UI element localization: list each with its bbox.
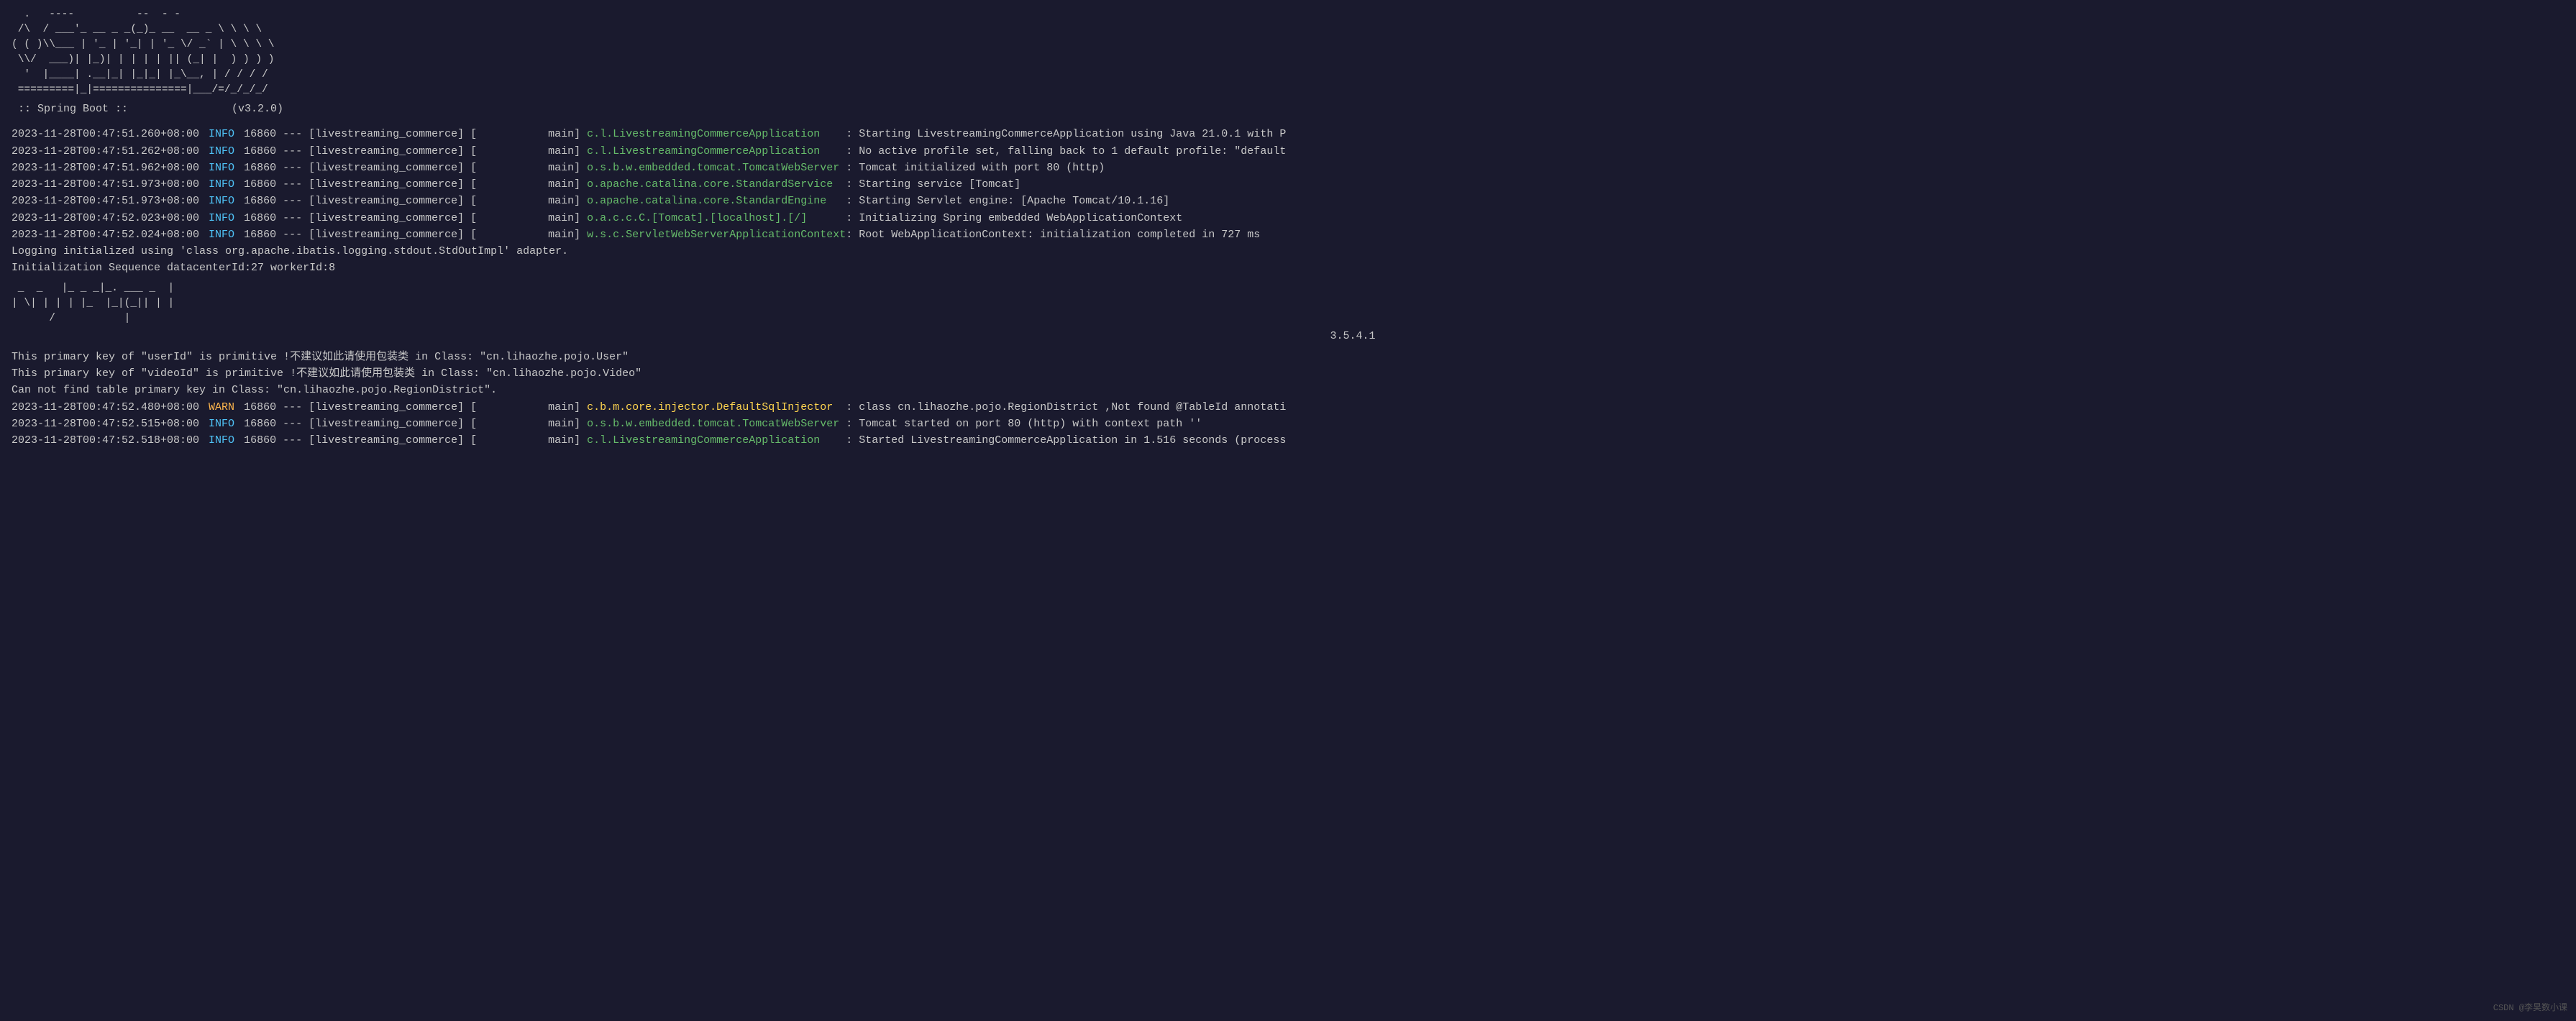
log-logger: o.s.b.w.embedded.tomcat.TomcatWebServer [587,416,839,432]
timestamp: 2023-11-28T00:47:51.973+08:00 [12,193,206,209]
log-message: : Root WebApplicationContext: initializa… [846,226,1260,243]
console-container: . ---- -- - - /\ / ___'_ __ _ _(_)_ __ _… [12,7,2564,449]
log-pid: 16860 --- [livestreaming_commerce] [ mai… [237,176,587,193]
log-logger: c.l.LivestreamingCommerceApplication [587,126,846,142]
log-line-1: 2023-11-28T00:47:51.260+08:00 INFO 16860… [12,126,2564,142]
timestamp: 2023-11-28T00:47:51.260+08:00 [12,126,206,142]
log-logger: o.s.b.w.embedded.tomcat.TomcatWebServer [587,160,839,176]
log-level: INFO [209,160,234,176]
timestamp: 2023-11-28T00:47:52.515+08:00 [12,416,206,432]
log-level: WARN [209,399,234,416]
timestamp: 2023-11-28T00:47:52.518+08:00 [12,432,206,449]
log-line-7: 2023-11-28T00:47:52.024+08:00 INFO 16860… [12,226,2564,243]
log-line-8: 2023-11-28T00:47:52.480+08:00 WARN 16860… [12,399,2564,416]
log-logger: o.apache.catalina.core.StandardEngine [587,193,846,209]
plain-line-2: Initialization Sequence datacenterId:27 … [12,260,2564,276]
timestamp: 2023-11-28T00:47:52.480+08:00 [12,399,206,416]
log-logger: c.b.m.core.injector.DefaultSqlInjector [587,399,846,416]
log-message: : No active profile set, falling back to… [846,143,1286,160]
spring-version: :: Spring Boot :: (v3.2.0) [12,101,2564,117]
log-pid: 16860 --- [livestreaming_commerce] [ mai… [237,210,587,226]
timestamp: 2023-11-28T00:47:52.023+08:00 [12,210,206,226]
log-level: INFO [209,126,234,142]
log-message: : class cn.lihaozhe.pojo.RegionDistrict … [846,399,1286,416]
log-message: : Starting Servlet engine: [Apache Tomca… [846,193,1169,209]
log-pid: 16860 --- [livestreaming_commerce] [ mai… [237,143,587,160]
log-level: INFO [209,193,234,209]
log-pid: 16860 --- [livestreaming_commerce] [ mai… [237,226,587,243]
log-pid: 16860 --- [livestreaming_commerce] [ mai… [237,160,587,176]
log-line-4: 2023-11-28T00:47:51.973+08:00 INFO 16860… [12,176,2564,193]
log-pid: 16860 --- [livestreaming_commerce] [ mai… [237,193,587,209]
mybatis-version: 3.5.4.1 [12,328,2564,344]
warning-line-2: This primary key of "videoId" is primiti… [12,365,2564,382]
log-level: INFO [209,143,234,160]
log-logger: c.l.LivestreamingCommerceApplication [587,143,846,160]
log-logger: o.apache.catalina.core.StandardService [587,176,846,193]
log-pid: 16860 --- [livestreaming_commerce] [ mai… [237,399,587,416]
log-logger: o.a.c.c.C.[Tomcat].[localhost].[/] [587,210,846,226]
log-line-9: 2023-11-28T00:47:52.515+08:00 INFO 16860… [12,416,2564,432]
log-group-1: 2023-11-28T00:47:51.260+08:00 INFO 16860… [12,126,2564,243]
log-pid: 16860 --- [livestreaming_commerce] [ mai… [237,416,587,432]
log-message: : Tomcat initialized with port 80 (http) [839,160,1105,176]
log-message: : Initializing Spring embedded WebApplic… [846,210,1182,226]
timestamp: 2023-11-28T00:47:51.973+08:00 [12,176,206,193]
log-logger: c.l.LivestreamingCommerceApplication [587,432,846,449]
log-line-3: 2023-11-28T00:47:51.962+08:00 INFO 16860… [12,160,2564,176]
log-pid: 16860 --- [livestreaming_commerce] [ mai… [237,432,587,449]
log-message: : Started LivestreamingCommerceApplicati… [846,432,1286,449]
watermark: CSDN @李昊数小课 [2493,1002,2567,1015]
plain-line-1: Logging initialized using 'class org.apa… [12,243,2564,260]
warning-line-1: This primary key of "userId" is primitiv… [12,349,2564,365]
timestamp: 2023-11-28T00:47:52.024+08:00 [12,226,206,243]
warning-line-3: Can not find table primary key in Class:… [12,382,2564,398]
log-level: INFO [209,210,234,226]
log-line-2: 2023-11-28T00:47:51.262+08:00 INFO 16860… [12,143,2564,160]
log-message: : Starting service [Tomcat] [846,176,1020,193]
log-message: : Tomcat started on port 80 (http) with … [839,416,1202,432]
log-pid: 16860 --- [livestreaming_commerce] [ mai… [237,126,587,142]
spring-ascii-art: . ---- -- - - /\ / ___'_ __ _ _(_)_ __ _… [12,7,2564,98]
log-level: INFO [209,226,234,243]
log-level: INFO [209,176,234,193]
timestamp: 2023-11-28T00:47:51.962+08:00 [12,160,206,176]
log-level: INFO [209,416,234,432]
log-level: INFO [209,432,234,449]
log-line-6: 2023-11-28T00:47:52.023+08:00 INFO 16860… [12,210,2564,226]
log-logger: w.s.c.ServletWebServerApplicationContext [587,226,846,243]
mybatis-ascii-art: _ _ |_ _ _|_. ___ _ | | \| | | | |_ |_|(… [12,281,2564,326]
log-message: : Starting LivestreamingCommerceApplicat… [846,126,1286,142]
log-line-10: 2023-11-28T00:47:52.518+08:00 INFO 16860… [12,432,2564,449]
log-line-5: 2023-11-28T00:47:51.973+08:00 INFO 16860… [12,193,2564,209]
log-group-2: 2023-11-28T00:47:52.480+08:00 WARN 16860… [12,399,2564,449]
timestamp: 2023-11-28T00:47:51.262+08:00 [12,143,206,160]
